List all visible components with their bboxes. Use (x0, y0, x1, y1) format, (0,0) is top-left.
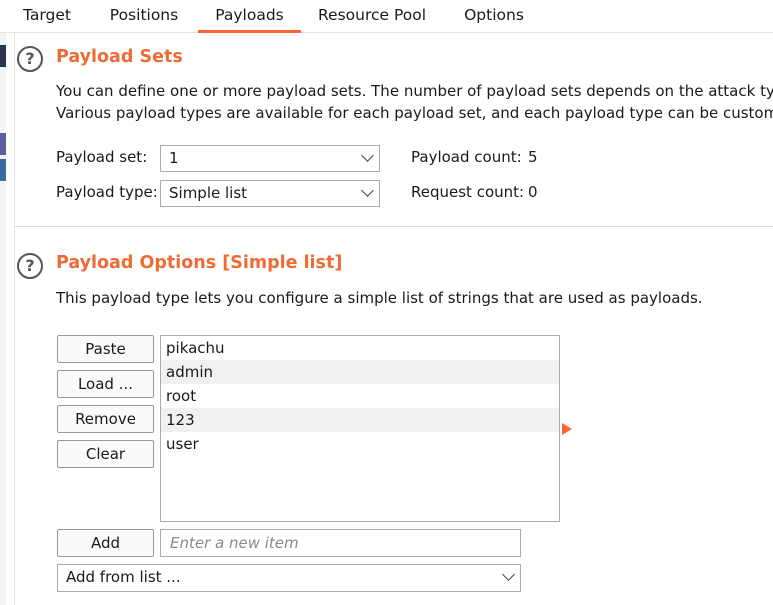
paste-button[interactable]: Paste (57, 335, 154, 363)
payload-sets-title: Payload Sets (56, 47, 183, 67)
payload-set-label: Payload set: (56, 148, 148, 166)
payload-sets-description-line1: You can define one or more payload sets.… (56, 82, 773, 100)
list-item[interactable]: user (161, 432, 559, 456)
help-icon[interactable]: ? (17, 46, 43, 72)
panel-border (14, 33, 15, 605)
list-item[interactable]: 123 (161, 408, 559, 432)
list-item[interactable]: pikachu (161, 336, 559, 360)
payload-set-select[interactable]: 1 (160, 145, 380, 172)
list-item[interactable]: root (161, 384, 559, 408)
new-item-input[interactable]: Enter a new item (160, 529, 521, 557)
payload-type-value: Simple list (169, 184, 248, 202)
list-item[interactable]: admin (161, 360, 559, 384)
chevron-down-icon (361, 149, 374, 162)
add-button[interactable]: Add (57, 529, 154, 557)
tab-payloads[interactable]: Payloads (198, 0, 301, 33)
tab-bar: Target Positions Payloads Resource Pool … (0, 0, 773, 33)
payload-sets-description-line2: Various payload types are available for … (56, 104, 773, 122)
payload-options-title: Payload Options [Simple list] (56, 253, 343, 273)
tab-positions[interactable]: Positions (98, 0, 190, 33)
payload-type-select[interactable]: Simple list (160, 180, 380, 207)
payload-options-description: This payload type lets you configure a s… (56, 289, 703, 307)
request-count-value: 0 (528, 183, 538, 201)
tab-target[interactable]: Target (8, 0, 86, 33)
chevron-down-icon (502, 568, 515, 581)
add-from-list-select[interactable]: Add from list ... (57, 564, 521, 592)
tab-options[interactable]: Options (452, 0, 536, 33)
collapse-arrow-icon[interactable] (562, 423, 572, 435)
request-count-label: Request count: (411, 183, 525, 201)
payload-list[interactable]: pikachu admin root 123 user (160, 335, 560, 522)
payload-count-label: Payload count: (411, 148, 522, 166)
remove-button[interactable]: Remove (57, 405, 154, 433)
help-icon[interactable]: ? (17, 253, 43, 279)
add-from-list-value: Add from list ... (66, 568, 181, 586)
load-button[interactable]: Load ... (57, 370, 154, 398)
clear-button[interactable]: Clear (57, 440, 154, 468)
payload-set-value: 1 (169, 149, 179, 167)
chevron-down-icon (361, 184, 374, 197)
payload-count-value: 5 (528, 148, 538, 166)
section-divider (14, 226, 773, 227)
background-window-edge (0, 33, 6, 605)
payload-type-label: Payload type: (56, 183, 158, 201)
tab-resource-pool[interactable]: Resource Pool (308, 0, 436, 33)
